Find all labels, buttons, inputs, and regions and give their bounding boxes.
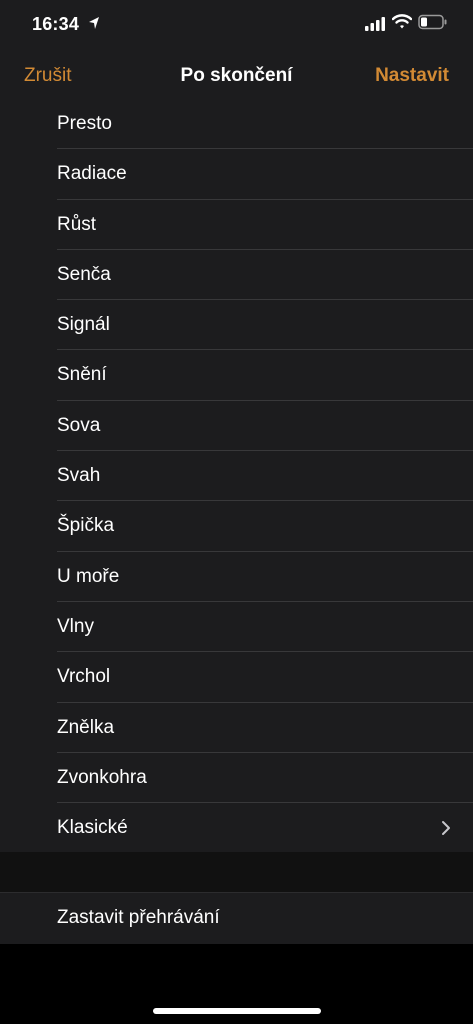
status-bar: 16:34 [0,0,473,52]
list-item[interactable]: Radiace [0,149,473,200]
list-item[interactable]: Vrchol [0,652,473,703]
list-item[interactable]: Snění [0,350,473,401]
list-item-label: U moře [57,565,120,587]
sound-list: Presto Radiace Růst Senča Signál Snění S… [0,99,473,854]
list-item-label: Signál [57,314,110,336]
list-item-label: Špička [57,515,115,537]
stop-playback-label: Zastavit přehrávání [57,907,220,928]
location-arrow-icon [89,17,99,29]
list-item[interactable]: Presto [0,99,473,150]
stop-playback-item[interactable]: Zastavit přehrávání [0,892,473,945]
list-item[interactable]: U moře [0,552,473,602]
list-item[interactable]: Špička [0,501,473,552]
home-indicator[interactable] [153,1008,321,1014]
cellular-signal-icon [365,17,385,31]
list-item[interactable]: Signál [0,300,473,351]
chevron-right-icon [442,821,450,836]
list-item[interactable]: Senča [0,250,473,301]
set-button[interactable]: Nastavit [375,65,449,87]
list-item-label: Vlny [57,615,94,637]
list-item-label: Vrchol [57,666,111,688]
status-time: 16:34 [32,14,80,34]
wifi-icon [392,14,412,29]
list-item[interactable]: Vlny [0,602,473,653]
list-item-label: Presto [57,113,112,134]
list-item[interactable]: Zvonkohra [0,753,473,804]
list-item-label: Snění [57,364,107,386]
list-item-label: Růst [57,213,97,235]
list-item-label: Senča [57,263,111,285]
list-item[interactable]: Svah [0,451,473,502]
battery-icon [418,14,447,30]
navigation-bar: Zrušit Po skončení Nastavit [0,52,473,100]
section-gap [0,852,473,892]
list-item-label: Klasické [57,817,128,839]
list-item-label: Zvonkohra [57,766,147,788]
list-item-label: Svah [57,465,101,487]
list-item-label: Radiace [57,163,127,185]
list-item-label: Sova [57,414,101,436]
list-item-label: Znělka [57,716,115,738]
list-item[interactable]: Růst [0,200,473,250]
list-item[interactable]: Sova [0,401,473,452]
list-item[interactable]: Znělka [0,703,473,753]
list-item-classic[interactable]: Klasické [0,803,473,853]
